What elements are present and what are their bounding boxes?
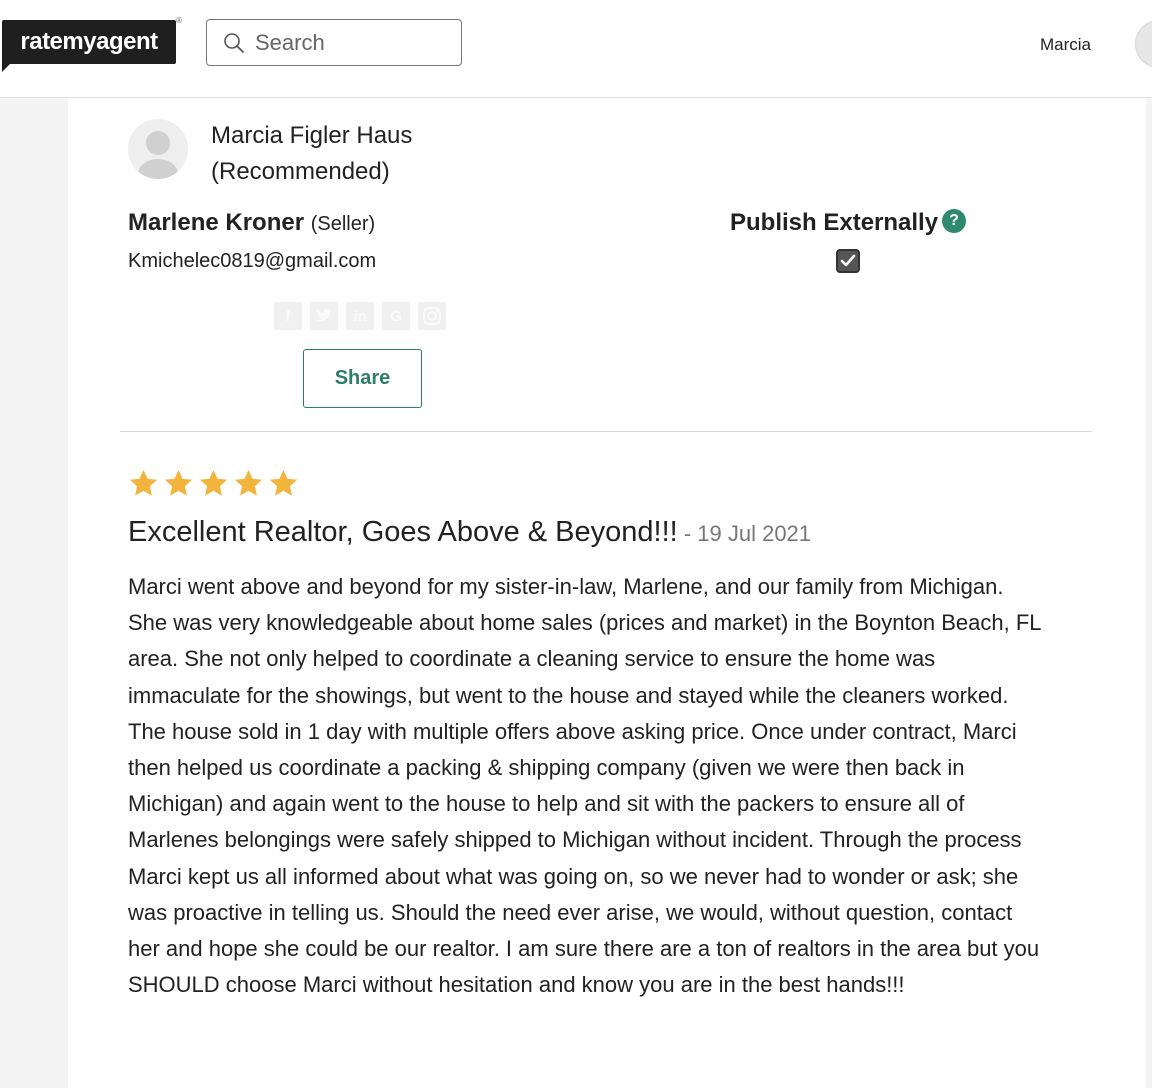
reviewer-email: Kmichelec0819@gmail.com <box>128 250 377 272</box>
star-icon <box>234 469 263 496</box>
checkmark-icon <box>840 254 856 267</box>
help-icon[interactable]: ? <box>942 209 966 233</box>
agent-name: Marcia Figler Haus <box>211 122 413 149</box>
avatar-body-shape <box>138 159 178 179</box>
agent-avatar <box>128 119 188 179</box>
search-icon <box>224 32 244 53</box>
reviewer-role: (Seller) <box>310 213 376 235</box>
search-box[interactable] <box>206 19 462 66</box>
review-title-line: Excellent Realtor, Goes Above & Beyond!!… <box>128 516 811 549</box>
top-navigation-bar: ratemyagent ® Marcia <box>0 0 1152 98</box>
social-share-icons: f in G <box>274 302 446 330</box>
avatar-head-shape <box>146 131 170 155</box>
star-rating <box>128 468 299 499</box>
publish-externally-checkbox[interactable] <box>836 249 860 273</box>
instagram-icon[interactable] <box>418 302 446 330</box>
agent-recommendation-status: (Recommended) <box>211 158 390 185</box>
twitter-icon[interactable] <box>310 302 338 330</box>
section-divider <box>120 431 1092 432</box>
reviewer-name: Marlene Kroner <box>128 209 305 236</box>
twitter-bird-icon <box>316 308 332 322</box>
search-input[interactable] <box>255 29 445 56</box>
reviewer-line: Marlene Kroner (Seller) <box>128 209 375 237</box>
ratemyagent-logo[interactable]: ratemyagent <box>2 20 176 72</box>
user-avatar[interactable] <box>1135 20 1152 68</box>
review-body-text: Marci went above and beyond for my siste… <box>128 574 1041 998</box>
star-icon <box>164 469 193 496</box>
registered-mark: ® <box>176 16 182 25</box>
google-icon[interactable]: G <box>382 302 410 330</box>
user-menu-name[interactable]: Marcia <box>1040 35 1091 55</box>
facebook-icon[interactable]: f <box>274 302 302 330</box>
star-icon <box>199 469 228 496</box>
instagram-camera-icon <box>423 307 441 325</box>
review-title: Excellent Realtor, Goes Above & Beyond!!… <box>128 516 678 548</box>
star-icon <box>269 469 298 496</box>
publish-externally-label: Publish Externally <box>730 209 939 236</box>
star-icon <box>129 469 158 496</box>
share-button[interactable]: Share <box>303 349 422 408</box>
review-date: - 19 Jul 2021 <box>677 521 812 546</box>
review-card: Marcia Figler Haus (Recommended) Marlene… <box>68 98 1146 1088</box>
linkedin-icon[interactable]: in <box>346 302 374 330</box>
